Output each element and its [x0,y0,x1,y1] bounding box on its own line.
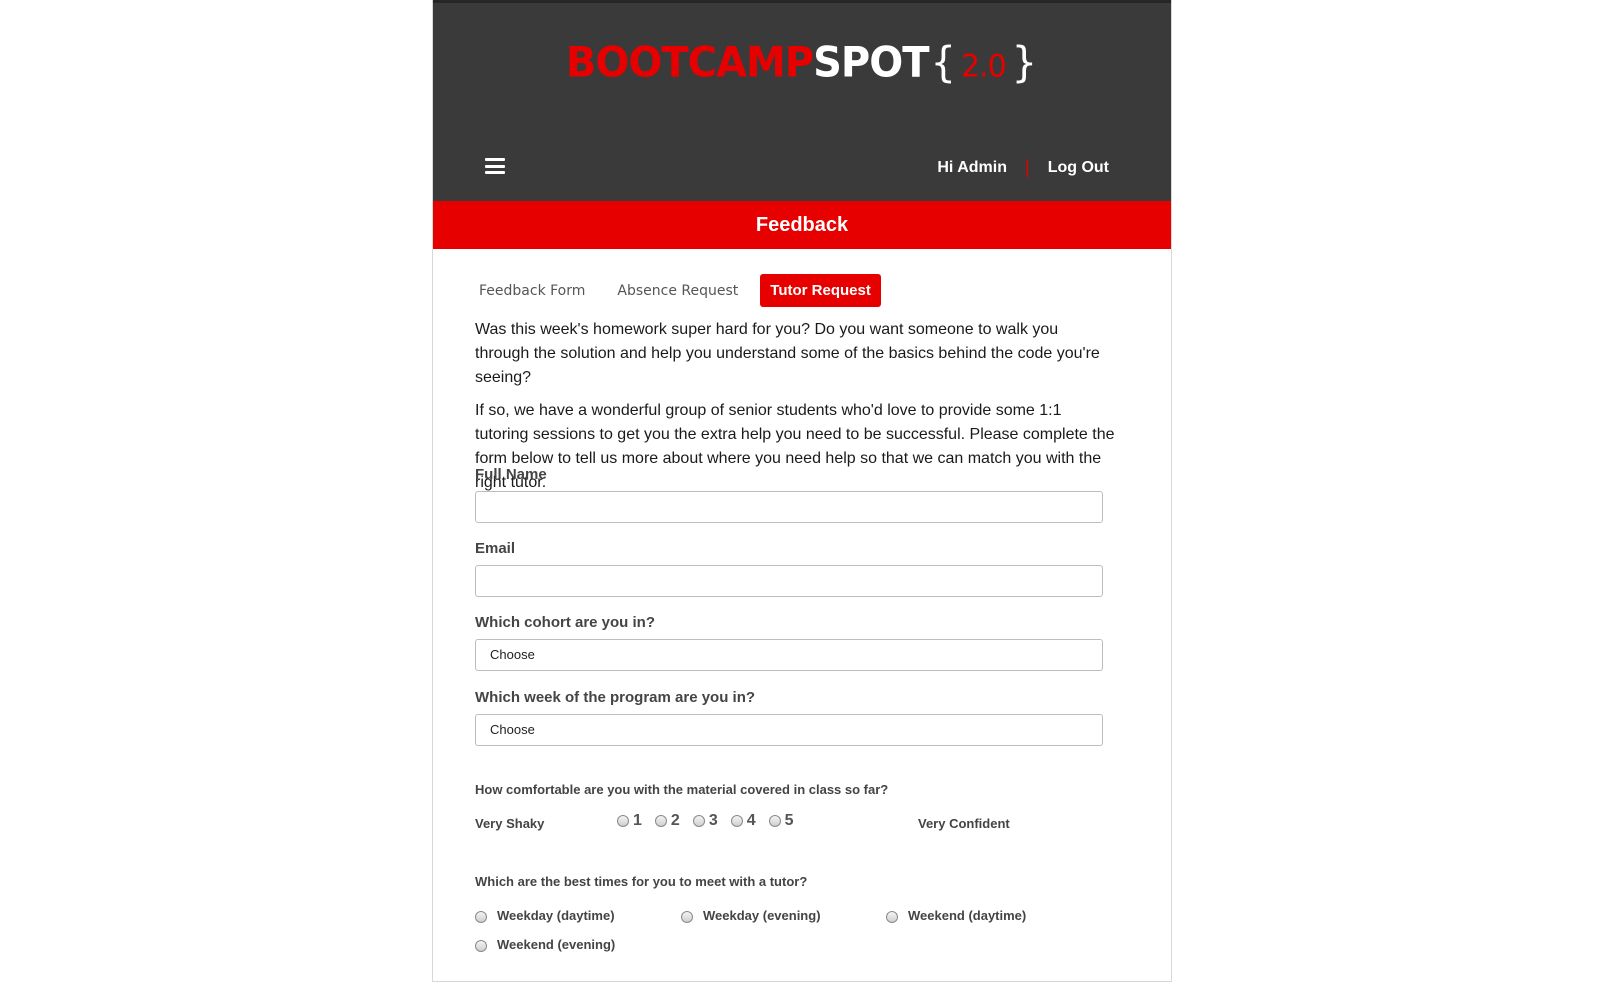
tab-tutor-request[interactable]: Tutor Request [760,274,881,307]
week-select-value: Choose [490,722,535,737]
intro-paragraph-2: If so, we have a wonderful group of seni… [475,402,1115,491]
cohort-select-value: Choose [490,647,535,662]
page-title: Feedback [433,201,1171,249]
comfort-option-5[interactable]: 5 [768,812,794,830]
time-option-weekday-evening[interactable]: Weekday (evening) [681,908,821,923]
intro-paragraph-1: Was this week's homework super hard for … [475,321,1100,386]
cohort-select[interactable]: Choose [475,639,1103,671]
radio-button[interactable] [692,815,705,827]
radio-button[interactable] [654,815,667,827]
cohort-label: Which cohort are you in? [475,614,656,631]
comfort-option-4[interactable]: 4 [730,812,756,830]
greeting-text: Hi Admin [937,158,1007,176]
app-frame: BOOTCAMPSPOT{2.0} Hi Admin | Log Out Fee… [432,0,1172,982]
tab-bar: Feedback Form Absence Request Tutor Requ… [469,274,893,307]
comfort-option-3[interactable]: 3 [692,812,718,830]
email-input[interactable] [475,565,1103,597]
scale-high-label: Very Confident [918,816,1010,831]
full-name-input[interactable] [475,491,1103,523]
bootcampspot-logo: BOOTCAMPSPOT{2.0} [565,38,1037,88]
time-option-weekend-evening[interactable]: Weekend (evening) [475,937,615,952]
full-name-label: Full Name [475,466,547,483]
radio-button[interactable] [886,911,898,923]
user-nav: Hi Admin | Log Out [937,157,1109,178]
hamburger-menu-icon[interactable] [485,158,505,174]
scale-low-label: Very Shaky [475,816,545,831]
radio-button[interactable] [768,815,781,827]
comfort-option-2[interactable]: 2 [654,812,680,830]
radio-button[interactable] [730,815,743,827]
radio-button[interactable] [617,815,629,827]
comfort-radio-group: 1 2 3 4 5 [617,812,807,830]
comfort-option-1[interactable]: 1 [617,812,642,830]
tab-feedback-form[interactable]: Feedback Form [469,275,595,307]
logout-link[interactable]: Log Out [1048,159,1109,177]
intro-text: Was this week's homework super hard for … [475,318,1115,504]
times-question: Which are the best times for you to meet… [475,874,808,889]
top-header: BOOTCAMPSPOT{2.0} Hi Admin | Log Out [433,0,1171,201]
radio-button[interactable] [475,940,487,952]
week-select[interactable]: Choose [475,714,1103,746]
time-option-weekend-daytime[interactable]: Weekend (daytime) [886,908,1026,923]
nav-separator: | [1025,157,1030,177]
tab-absence-request[interactable]: Absence Request [607,275,748,307]
email-label: Email [475,540,516,557]
week-label: Which week of the program are you in? [475,689,756,706]
time-option-weekday-daytime[interactable]: Weekday (daytime) [475,908,615,923]
radio-button[interactable] [475,911,487,923]
comfort-question: How comfortable are you with the materia… [475,782,889,797]
radio-button[interactable] [681,911,693,923]
